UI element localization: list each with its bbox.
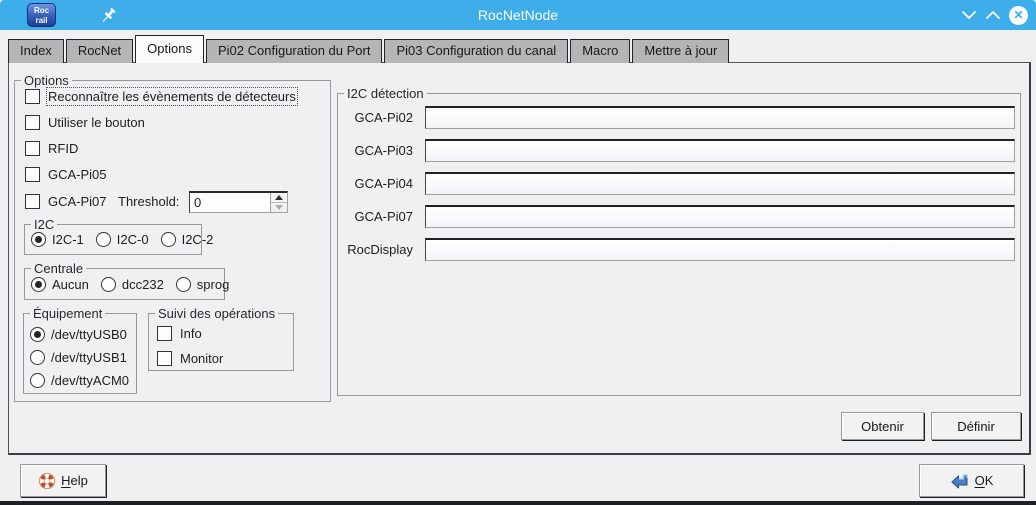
checkbox-row-detector-events: Reconnaître les évènements de détecteurs	[25, 89, 296, 104]
i2c-group-title: I2C	[31, 217, 57, 232]
checkbox-row-gca-pi07: GCA-Pi07	[25, 194, 107, 209]
equipement-group-title: Équipement	[30, 306, 105, 321]
detector-events-label: Reconnaître les évènements de détecteurs	[48, 89, 296, 104]
centrale-group: Centrale Aucun dcc232 sprog	[24, 268, 225, 300]
info-row: Info	[157, 326, 202, 341]
tab-macro[interactable]: Macro	[570, 39, 630, 63]
i2c-1-label: I2C-1	[52, 232, 84, 247]
i2c-detection-group-title: I2C détection	[344, 86, 427, 101]
window-title: RocNetNode	[0, 0, 1036, 30]
info-label: Info	[180, 326, 202, 341]
info-checkbox[interactable]	[157, 326, 172, 341]
rocdisplay-input[interactable]	[425, 238, 1015, 261]
detector-events-checkbox[interactable]	[25, 89, 40, 104]
use-button-label: Utiliser le bouton	[48, 115, 145, 130]
checkbox-row-rfid: RFID	[25, 141, 78, 156]
rocdisplay-field-label: RocDisplay	[338, 242, 413, 257]
threshold-label: Threshold:	[118, 194, 179, 209]
ttyusb1-row: /dev/ttyUSB1	[30, 350, 127, 365]
rocnetnode-dialog: Roc rail RocNetNode ✕ I	[0, 0, 1036, 505]
gca-pi05-label: GCA-Pi05	[48, 167, 107, 182]
ttyacm0-label: /dev/ttyACM0	[51, 373, 129, 388]
return-arrow-icon	[950, 472, 970, 489]
threshold-spin-buttons	[270, 193, 287, 212]
gca-pi03-field-label: GCA-Pi03	[338, 143, 413, 158]
i2c-group: I2C I2C-1 I2C-0 I2C-2	[24, 224, 202, 255]
definir-label: Définir	[957, 419, 995, 434]
tab-pi02-configuration-du-port[interactable]: Pi02 Configuration du Port	[206, 39, 382, 63]
tab-mettre-a-jour[interactable]: Mettre à jour	[632, 39, 729, 63]
gca-pi07-checkbox[interactable]	[25, 194, 40, 209]
centrale-group-title: Centrale	[31, 261, 86, 276]
help-label: Help	[61, 473, 88, 488]
i2c-2-label: I2C-2	[182, 232, 214, 247]
equipement-group: Équipement /dev/ttyUSB0 /dev/ttyUSB1 /de…	[23, 313, 137, 394]
tab-options[interactable]: Options	[135, 35, 204, 63]
monitor-label: Monitor	[180, 351, 223, 366]
dcc232-radio[interactable]	[101, 277, 116, 292]
ttyusb1-radio[interactable]	[30, 350, 45, 365]
gca-pi02-input[interactable]	[425, 106, 1015, 129]
ttyacm0-row: /dev/ttyACM0	[30, 373, 129, 388]
ttyacm0-radio[interactable]	[30, 373, 45, 388]
titlebar-controls: ✕	[961, 0, 1028, 30]
i2c-2-radio[interactable]	[161, 232, 176, 247]
spin-down-icon[interactable]	[271, 203, 287, 212]
use-button-checkbox[interactable]	[25, 115, 40, 130]
definir-button[interactable]: Définir	[931, 412, 1021, 440]
centrale-radio-row: Aucun dcc232 sprog	[31, 277, 229, 292]
options-group-title: Options	[21, 73, 72, 88]
rfid-label: RFID	[48, 141, 78, 156]
gca-pi02-field-label: GCA-Pi02	[338, 110, 413, 125]
lifebuoy-icon	[38, 472, 56, 490]
checkbox-row-use-button: Utiliser le bouton	[25, 115, 145, 130]
ok-label: OK	[975, 473, 994, 488]
ttyusb0-radio[interactable]	[30, 327, 45, 342]
tab-index[interactable]: Index	[8, 39, 64, 63]
tab-rocnet[interactable]: RocNet	[66, 39, 133, 63]
obtenir-button[interactable]: Obtenir	[841, 412, 924, 440]
window-bottom-edge	[0, 501, 1036, 505]
tab-bar: Index RocNet Options Pi02 Configuration …	[8, 35, 731, 63]
i2c-detection-group: I2C détection GCA-Pi02 GCA-Pi03 GCA-Pi04…	[337, 93, 1021, 396]
tab-pi03-configuration-du-canal[interactable]: Pi03 Configuration du canal	[384, 39, 568, 63]
gca-pi07-field-label: GCA-Pi07	[338, 209, 413, 224]
chevron-up-icon[interactable]	[985, 10, 1001, 20]
monitor-row: Monitor	[157, 351, 223, 366]
gca-pi04-input[interactable]	[425, 172, 1015, 195]
spin-up-icon[interactable]	[271, 193, 287, 203]
suivi-group-title: Suivi des opérations	[155, 306, 278, 321]
threshold-spinner	[189, 191, 288, 213]
sprog-label: sprog	[197, 277, 230, 292]
gca-pi04-field-label: GCA-Pi04	[338, 176, 413, 191]
i2c-1-radio[interactable]	[31, 232, 46, 247]
gca-pi07-label: GCA-Pi07	[48, 194, 107, 209]
suivi-group: Suivi des opérations Info Monitor	[148, 313, 294, 371]
i2c-0-radio[interactable]	[96, 232, 111, 247]
chevron-down-icon[interactable]	[961, 10, 977, 20]
titlebar[interactable]: Roc rail RocNetNode ✕	[0, 0, 1036, 30]
ok-button[interactable]: OK	[919, 464, 1024, 497]
gca-pi07-input[interactable]	[425, 205, 1015, 228]
obtenir-label: Obtenir	[861, 419, 904, 434]
dcc232-label: dcc232	[122, 277, 164, 292]
sprog-radio[interactable]	[176, 277, 191, 292]
ttyusb0-label: /dev/ttyUSB0	[51, 327, 127, 342]
rfid-checkbox[interactable]	[25, 141, 40, 156]
threshold-input[interactable]	[190, 193, 270, 212]
aucun-label: Aucun	[52, 277, 89, 292]
help-button[interactable]: Help	[20, 464, 106, 497]
i2c-radio-row: I2C-1 I2C-0 I2C-2	[31, 232, 213, 247]
checkbox-row-gca-pi05: GCA-Pi05	[25, 167, 107, 182]
ttyusb1-label: /dev/ttyUSB1	[51, 350, 127, 365]
close-icon[interactable]: ✕	[1009, 6, 1028, 25]
gca-pi03-input[interactable]	[425, 139, 1015, 162]
aucun-radio[interactable]	[31, 277, 46, 292]
ttyusb0-row: /dev/ttyUSB0	[30, 327, 127, 342]
monitor-checkbox[interactable]	[157, 351, 172, 366]
i2c-0-label: I2C-0	[117, 232, 149, 247]
gca-pi05-checkbox[interactable]	[25, 167, 40, 182]
